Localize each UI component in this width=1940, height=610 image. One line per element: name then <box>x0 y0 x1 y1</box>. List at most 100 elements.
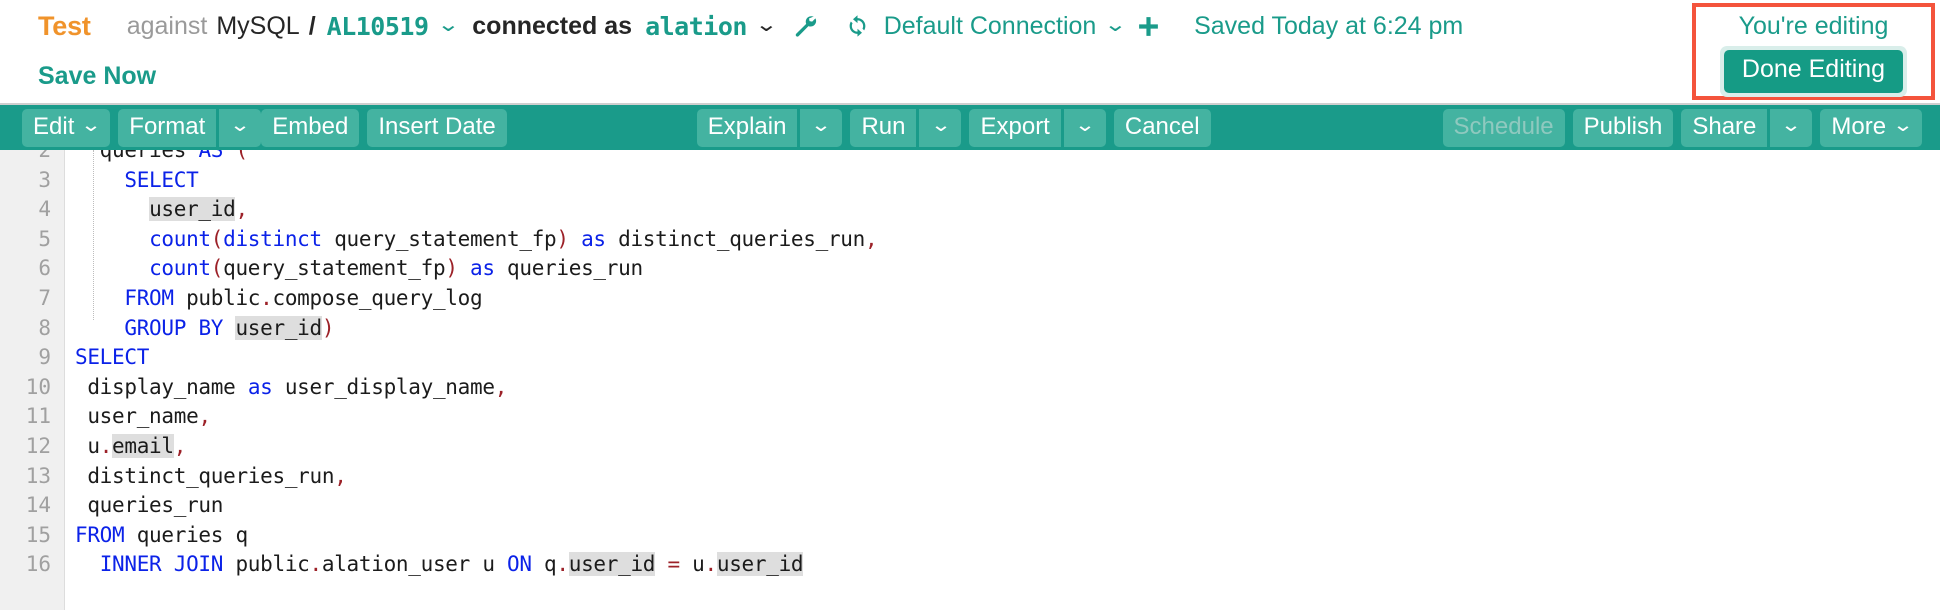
cancel-button[interactable]: Cancel <box>1113 108 1211 147</box>
share-dropdown-toggle[interactable]: ⌄ <box>1770 108 1813 147</box>
embed-button[interactable]: Embed <box>261 108 360 147</box>
sql-editor[interactable]: 2 queries AS (3 SELECT 4 user_id, 5 count(… <box>0 150 1940 610</box>
format-dropdown-toggle[interactable]: ⌄ <box>219 108 262 147</box>
code-line: 13 distinct_queries_run, <box>0 461 1940 492</box>
header-primary-row: Test against MySQL / AL10519 ⌄ connected… <box>0 0 1940 52</box>
line-number: 2 <box>0 150 64 166</box>
done-editing-button[interactable]: Done Editing <box>1723 50 1904 93</box>
chevron-down-icon-user[interactable]: ⌄ <box>755 15 778 35</box>
chevron-down-icon[interactable]: ⌄ <box>436 15 459 35</box>
schedule-button-label: Schedule <box>1453 112 1554 140</box>
against-label: against <box>126 11 208 40</box>
code-line: 2 queries AS ( <box>0 150 1940 166</box>
run-dropdown-toggle[interactable]: ⌄ <box>919 108 962 147</box>
code-line: 3 SELECT <box>0 165 1940 196</box>
code-text: GROUP BY user_id) <box>124 315 335 340</box>
editing-notice: You're editing <box>1738 12 1889 40</box>
connected-as-label: connected as <box>472 11 633 40</box>
code-line: 7 FROM public.compose_query_log <box>0 283 1940 314</box>
editor-toolbar: Edit ⌄ Format ⌄ Embed Insert Date Explai… <box>0 103 1940 150</box>
breadcrumb-separator: / <box>308 11 316 40</box>
toolbar-center-group: Explain ⌄ Run ⌄ Export ⌄ Cancel <box>696 108 1211 147</box>
line-number: 3 <box>0 165 64 196</box>
insert-date-button-label: Insert Date <box>378 112 496 140</box>
more-button[interactable]: More ⌄ <box>1820 108 1922 147</box>
code-line: 14 queries_run <box>0 491 1940 521</box>
toolbar-right-group: Schedule Publish Share ⌄ More ⌄ <box>1442 108 1922 147</box>
code-text: queries AS ( <box>75 150 248 162</box>
header-secondary-row: Save Now <box>0 52 1940 100</box>
share-button[interactable]: Share <box>1681 108 1768 147</box>
connected-user[interactable]: alation <box>645 12 747 41</box>
chevron-down-icon-edit: ⌄ <box>80 115 103 136</box>
query-title[interactable]: Test <box>38 11 91 42</box>
code-text: count(distinct query_statement_fp) as di… <box>149 226 878 251</box>
chevron-down-icon-export: ⌄ <box>1074 115 1096 136</box>
code-text: SELECT <box>75 345 150 370</box>
chevron-down-icon-explain: ⌄ <box>810 115 833 136</box>
wrench-icon[interactable] <box>792 13 818 39</box>
plus-icon[interactable] <box>1136 14 1161 39</box>
edit-button-label: Edit <box>33 112 75 140</box>
export-dropdown-toggle[interactable]: ⌄ <box>1063 108 1106 147</box>
line-number: 11 <box>0 402 64 432</box>
explain-dropdown-toggle[interactable]: ⌄ <box>800 108 843 147</box>
publish-button-label: Publish <box>1583 112 1663 140</box>
run-button[interactable]: Run <box>850 108 917 147</box>
chevron-down-icon-connection[interactable]: ⌄ <box>1104 15 1127 35</box>
code-content[interactable]: 2 queries AS (3 SELECT 4 user_id, 5 count(… <box>0 150 1940 580</box>
run-button-label: Run <box>861 112 906 140</box>
share-split-button: Share ⌄ <box>1681 108 1813 147</box>
datasource-name: MySQL <box>216 11 300 40</box>
export-split-button: Export ⌄ <box>969 108 1106 147</box>
line-number: 4 <box>0 195 64 225</box>
code-line: 4 user_id, <box>0 195 1940 225</box>
line-number: 9 <box>0 343 64 373</box>
publish-button[interactable]: Publish <box>1572 108 1674 147</box>
more-button-label: More <box>1831 112 1887 140</box>
cancel-button-label: Cancel <box>1124 112 1200 140</box>
code-line: 11 user_name, <box>0 402 1940 432</box>
editing-callout: You're editing Done Editing <box>1692 3 1935 100</box>
format-button[interactable]: Format <box>118 108 217 147</box>
schedule-button[interactable]: Schedule <box>1442 108 1565 147</box>
explain-split-button: Explain ⌄ <box>696 108 843 147</box>
chevron-down-icon-more: ⌄ <box>1892 115 1914 136</box>
code-line: 12 u.email, <box>0 431 1940 462</box>
explain-button-label: Explain <box>707 112 787 140</box>
line-number: 10 <box>0 372 64 403</box>
code-line: 16 INNER JOIN public.alation_user u ON q… <box>0 550 1940 580</box>
code-text: FROM queries q <box>75 522 248 547</box>
chevron-down-icon-format: ⌄ <box>229 115 252 136</box>
save-now-button[interactable]: Save Now <box>38 62 156 91</box>
edit-button[interactable]: Edit ⌄ <box>22 108 111 147</box>
code-text: SELECT <box>124 167 199 192</box>
line-number: 16 <box>0 550 64 580</box>
explain-button[interactable]: Explain <box>696 108 798 147</box>
code-line: 9 SELECT <box>0 343 1940 373</box>
run-split-button: Run ⌄ <box>850 108 962 147</box>
line-number: 8 <box>0 313 64 344</box>
toolbar-left-group: Edit ⌄ Format ⌄ Embed Insert Date <box>22 108 507 147</box>
query-header: Test against MySQL / AL10519 ⌄ connected… <box>0 0 1940 103</box>
code-text: u.email, <box>75 433 187 458</box>
line-number: 6 <box>0 254 64 284</box>
default-connection-label[interactable]: Default Connection <box>884 12 1097 41</box>
insert-date-button[interactable]: Insert Date <box>367 108 507 147</box>
export-button[interactable]: Export <box>969 108 1061 147</box>
done-editing-wrapper: Done Editing <box>1719 46 1908 97</box>
code-text: user_id, <box>149 197 248 222</box>
line-number: 15 <box>0 520 64 551</box>
saved-status: Saved Today at 6:24 pm <box>1194 11 1464 40</box>
refresh-icon[interactable] <box>844 13 871 40</box>
line-number: 13 <box>0 461 64 492</box>
line-number: 12 <box>0 431 64 462</box>
chevron-down-icon-share: ⌄ <box>1780 115 1803 136</box>
code-text: FROM public.compose_query_log <box>124 285 483 310</box>
chevron-down-icon-run: ⌄ <box>929 115 952 136</box>
line-number: 5 <box>0 224 64 255</box>
format-split-button: Format ⌄ <box>118 108 262 147</box>
code-line: 5 count(distinct query_statement_fp) as … <box>0 224 1940 255</box>
connection-id[interactable]: AL10519 <box>327 12 429 41</box>
embed-button-label: Embed <box>272 112 349 140</box>
